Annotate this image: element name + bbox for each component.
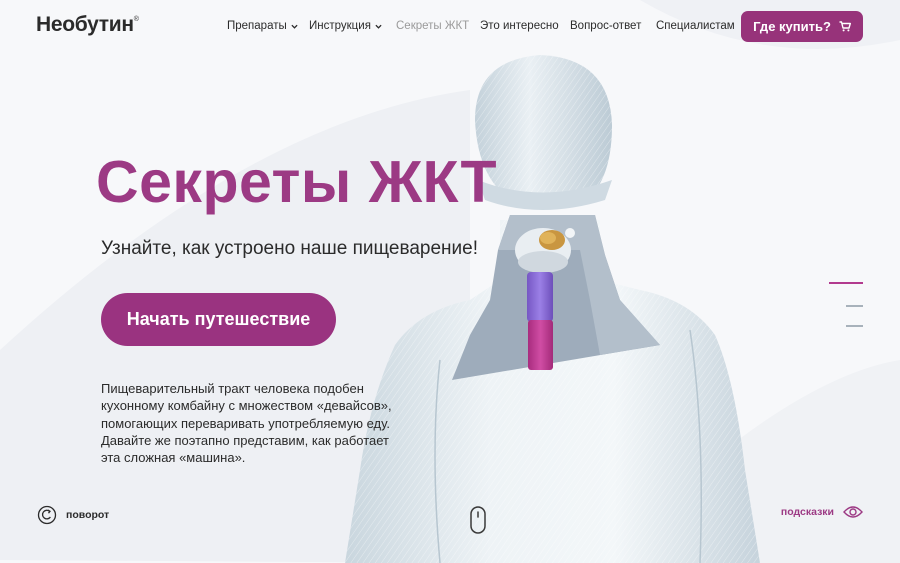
pager-dot-active[interactable] (829, 282, 863, 284)
hints-toggle[interactable]: подсказки (781, 505, 863, 519)
page-title: Секреты ЖКТ (96, 149, 498, 215)
start-journey-button[interactable]: Начать путешествие (101, 293, 336, 346)
human-figure-illustration (345, 55, 760, 563)
pager-dot[interactable] (846, 305, 863, 307)
page-subtitle: Узнайте, как устроено наше пищеварение! (101, 238, 478, 259)
rotate-icon (37, 505, 57, 525)
mouse-scroll-icon (470, 506, 486, 534)
eye-icon (843, 506, 863, 518)
section-pager (829, 282, 863, 330)
hints-label: подсказки (780, 506, 834, 518)
rotate-control[interactable]: поворот (37, 505, 109, 525)
description-text: Пищеварительный тракт человека подобен к… (101, 381, 392, 466)
rotate-label: поворот (66, 509, 110, 521)
pager-dot[interactable] (846, 325, 863, 327)
start-label: Начать путешествие (126, 309, 311, 329)
